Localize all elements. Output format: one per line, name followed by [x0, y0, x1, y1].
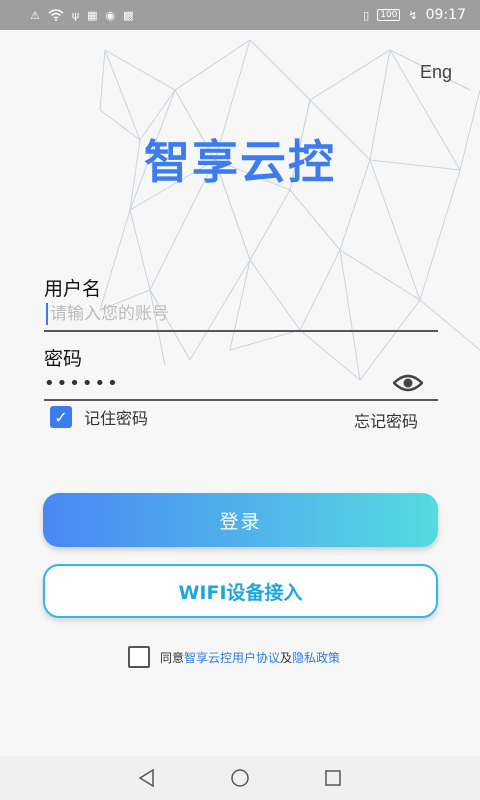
forgot-password-link[interactable]: 忘记密码 — [354, 408, 418, 432]
agreement-row: 同意智享云控用户协议及隐私政策 — [128, 646, 340, 668]
back-triangle-icon — [138, 768, 154, 788]
sim-alert-icon: ⚠ — [30, 8, 40, 22]
agreement-checkbox[interactable] — [128, 646, 150, 668]
status-left: ⚠ ψ ▦ ◉ ▩ — [30, 9, 134, 21]
status-bar: ⚠ ψ ▦ ◉ ▩ ▯ 100 ↯ 09:17 — [0, 0, 480, 30]
remember-checkbox[interactable]: ✓ — [50, 406, 72, 428]
nav-back-button[interactable] — [135, 766, 159, 790]
agreement-text: 同意智享云控用户协议及隐私政策 — [160, 649, 340, 666]
nav-home-button[interactable] — [228, 766, 252, 790]
message-icon: ▩ — [123, 8, 134, 22]
charging-icon: ↯ — [408, 8, 418, 22]
agreement-and: 及 — [280, 650, 293, 665]
status-right: ▯ 100 ↯ 09:17 — [363, 7, 466, 23]
home-circle-icon — [231, 769, 249, 787]
vibrate-icon: ▯ — [363, 8, 370, 22]
text-caret — [46, 303, 48, 325]
recent-square-icon — [325, 770, 342, 786]
battery-icon: 100 — [377, 9, 401, 21]
app-title: 智享云控 — [144, 135, 336, 189]
clock: 09:17 — [425, 7, 466, 23]
username-input[interactable] — [44, 298, 438, 332]
user-agreement-link[interactable]: 智享云控用户协议 — [184, 651, 280, 665]
agreement-prefix: 同意 — [160, 650, 185, 665]
language-toggle[interactable]: Eng — [420, 62, 452, 83]
background-mesh — [99, 39, 480, 381]
password-input[interactable] — [44, 367, 438, 401]
check-icon: ✓ — [54, 407, 68, 427]
usb-icon: ψ — [71, 8, 80, 22]
wechat-icon: ◉ — [105, 8, 116, 22]
nav-recent-button[interactable] — [321, 766, 345, 790]
remember-label: 记住密码 — [84, 409, 149, 428]
show-password-icon[interactable] — [393, 373, 423, 393]
remember-password[interactable]: ✓ 记住密码 — [50, 405, 148, 429]
wifi-icon — [48, 9, 64, 21]
privacy-policy-link[interactable]: 隐私政策 — [292, 651, 340, 665]
app-notification-icon: ▦ — [87, 8, 98, 22]
wifi-device-button[interactable]: WIFI设备接入 — [43, 564, 438, 618]
system-nav-bar — [0, 756, 480, 800]
login-button[interactable]: 登录 — [43, 493, 438, 547]
username-label: 用户名 — [44, 278, 102, 300]
